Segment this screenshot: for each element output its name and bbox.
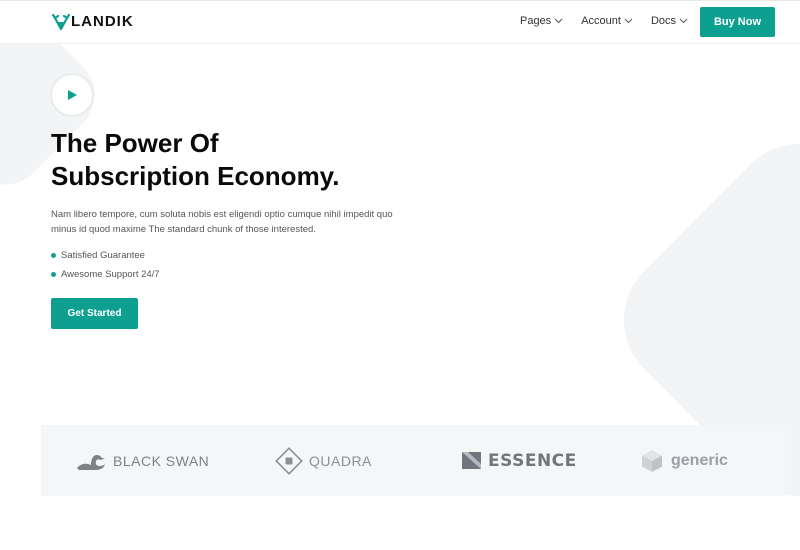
nav-item-pages[interactable]: Pages <box>520 15 563 27</box>
hero-title-line-2: Subscription Economy. <box>51 161 340 191</box>
chevron-down-icon <box>554 18 563 24</box>
main-nav: Pages Account Docs <box>520 15 688 27</box>
get-started-button[interactable]: Get Started <box>51 298 138 329</box>
cube-icon <box>642 449 662 472</box>
brand-logos-strip: BLACK SWAN QUADRA ESSENCE generic <box>41 425 785 496</box>
landing-page: LANDIK Pages Account Docs Buy Now The Po… <box>0 0 800 550</box>
chevron-down-icon <box>679 18 688 24</box>
brand-name: BLACK SWAN <box>113 452 210 469</box>
feature-item: Satisfied Guarantee <box>51 246 160 265</box>
feature-text: Satisfied Guarantee <box>61 250 145 261</box>
brand-logo-generic[interactable]: generic <box>641 425 728 496</box>
quadra-diamond-icon <box>275 446 303 475</box>
deer-antler-logo-icon <box>52 14 70 30</box>
brand-name: QUADRA <box>309 452 372 469</box>
brand-logo-quadra[interactable]: QUADRA <box>274 425 372 496</box>
nav-item-account[interactable]: Account <box>581 15 633 27</box>
buy-now-button[interactable]: Buy Now <box>700 7 775 37</box>
brand-name: ESSENCE <box>488 450 577 471</box>
essence-square-icon <box>462 452 481 469</box>
nav-label: Account <box>581 15 621 27</box>
hero-title-line-1: The Power Of <box>51 128 219 158</box>
feature-item: Awesome Support 24/7 <box>51 265 160 284</box>
swan-icon <box>77 454 105 470</box>
play-video-button[interactable] <box>50 73 94 117</box>
logo-text: LANDIK <box>71 13 134 30</box>
site-logo[interactable]: LANDIK <box>52 13 134 31</box>
site-header: LANDIK Pages Account Docs Buy Now <box>0 0 800 44</box>
brand-logo-essence[interactable]: ESSENCE <box>462 425 577 496</box>
nav-item-docs[interactable]: Docs <box>651 15 688 27</box>
feature-list: Satisfied Guarantee Awesome Support 24/7 <box>51 246 160 284</box>
nav-label: Docs <box>650 15 676 27</box>
play-icon <box>68 90 77 100</box>
hero-title: The Power Of Subscription Economy. <box>51 127 471 193</box>
bullet-dot-icon <box>51 272 56 277</box>
hero-description: Nam libero tempore, cum soluta nobis est… <box>51 209 393 235</box>
feature-text: Awesome Support 24/7 <box>61 269 160 280</box>
brand-name: generic <box>671 451 728 469</box>
chevron-down-icon <box>624 18 633 24</box>
brand-logo-black-swan[interactable]: BLACK SWAN <box>75 425 209 496</box>
nav-label: Pages <box>519 15 552 27</box>
bullet-dot-icon <box>51 253 56 258</box>
